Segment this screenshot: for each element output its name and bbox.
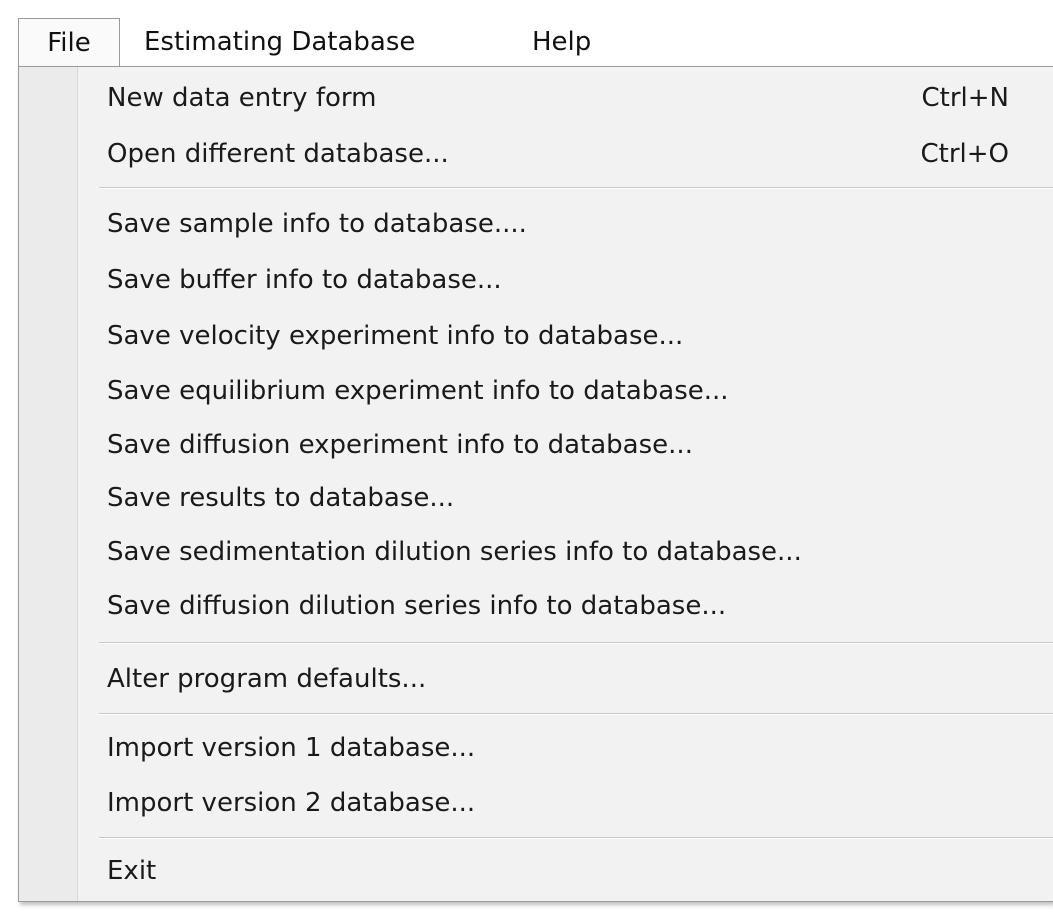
menu-separator: [99, 642, 1053, 644]
menu-item-save-diffusion-experiment-info[interactable]: Save diffusion experiment info to databa…: [19, 417, 1053, 473]
menu-item-alter-program-defaults[interactable]: Alter program defaults...: [19, 651, 1053, 707]
menu-item-save-diffusion-dilution-series-info[interactable]: Save diffusion dilution series info to d…: [19, 578, 1053, 634]
menu-item-label: New data entry form: [107, 83, 377, 113]
menu-item-label: Save results to database...: [107, 483, 455, 513]
menu-item-label: Alter program defaults...: [107, 664, 427, 694]
menu-bar: File Estimating Database Help: [18, 18, 1053, 67]
menu-item-save-sample-info[interactable]: Save sample info to database....: [19, 196, 1053, 252]
menu-item-save-equilibrium-experiment-info[interactable]: Save equilibrium experiment info to data…: [19, 363, 1053, 419]
menu-help[interactable]: Help: [532, 18, 591, 66]
menu-item-new-data-entry-form[interactable]: New data entry form Ctrl+N: [19, 70, 1053, 126]
menu-item-import-version-1-database[interactable]: Import version 1 database...: [19, 720, 1053, 776]
menu-item-label: Import version 2 database...: [107, 788, 476, 818]
menu-file[interactable]: File: [18, 18, 120, 67]
menu-separator: [99, 713, 1053, 715]
menu-item-label: Save diffusion dilution series info to d…: [107, 591, 727, 621]
menu-item-label: Save sedimentation dilution series info …: [107, 537, 802, 567]
menu-item-label: Save equilibrium experiment info to data…: [107, 376, 729, 406]
menu-separator: [99, 187, 1053, 189]
menu-estimating-database[interactable]: Estimating Database: [144, 18, 415, 66]
menu-item-save-buffer-info[interactable]: Save buffer info to database...: [19, 252, 1053, 308]
menu-item-import-version-2-database[interactable]: Import version 2 database...: [19, 775, 1053, 831]
menu-item-label: Import version 1 database...: [107, 733, 476, 763]
menu-item-open-different-database[interactable]: Open different database... Ctrl+O: [19, 126, 1053, 182]
menu-item-save-sedimentation-dilution-series-info[interactable]: Save sedimentation dilution series info …: [19, 524, 1053, 580]
menu-item-label: Open different database...: [107, 139, 449, 169]
menu-item-save-velocity-experiment-info[interactable]: Save velocity experiment info to databas…: [19, 308, 1053, 364]
menu-item-label: Save velocity experiment info to databas…: [107, 321, 684, 351]
menu-item-label: Save diffusion experiment info to databa…: [107, 430, 693, 460]
menu-item-label: Exit: [107, 856, 157, 886]
menu-item-shortcut: Ctrl+O: [920, 139, 1009, 169]
menu-item-shortcut: Ctrl+N: [921, 83, 1010, 113]
menu-item-exit[interactable]: Exit: [19, 843, 1053, 899]
menu-item-save-results[interactable]: Save results to database...: [19, 470, 1053, 526]
menu-separator: [99, 837, 1053, 839]
menu-item-label: Save sample info to database....: [107, 209, 527, 239]
file-menu-dropdown: New data entry form Ctrl+N Open differen…: [18, 66, 1053, 902]
menu-item-label: Save buffer info to database...: [107, 265, 502, 295]
